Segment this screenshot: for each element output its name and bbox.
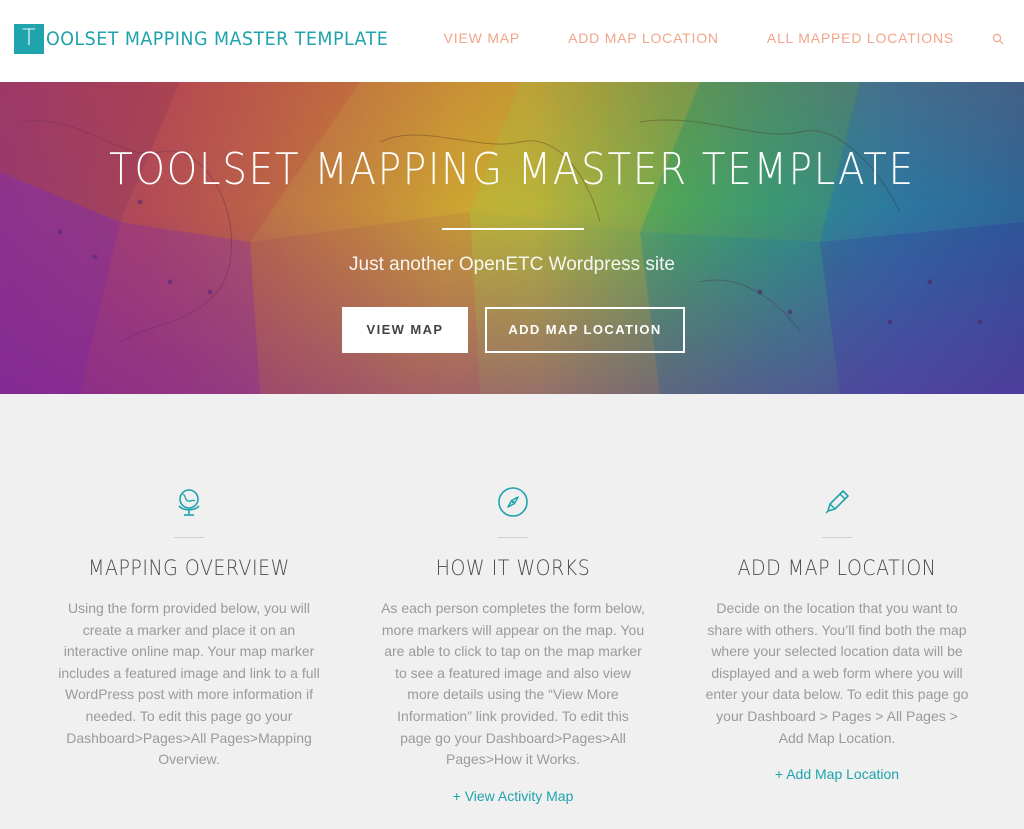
- compass-icon: [497, 486, 529, 518]
- nav-item-add-map-location[interactable]: ADD MAP LOCATION: [568, 30, 719, 46]
- view-map-button[interactable]: VIEW MAP: [342, 307, 468, 353]
- main-nav: VIEW MAP ADD MAP LOCATION ALL MAPPED LOC…: [396, 30, 1004, 46]
- hero-banner: TOOLSET MAPPING MASTER TEMPLATE Just ano…: [0, 82, 1024, 394]
- feature-body: Decide on the location that you want to …: [705, 600, 969, 746]
- add-map-location-button[interactable]: ADD MAP LOCATION: [485, 307, 685, 353]
- add-map-location-link[interactable]: + Add Map Location: [705, 766, 969, 782]
- feature-divider: [822, 537, 852, 538]
- site-logo[interactable]: T OOLSET MAPPING MASTER TEMPLATE: [14, 24, 418, 54]
- feature-divider: [174, 537, 204, 538]
- features-section: MAPPING OVERVIEW Using the form provided…: [0, 394, 1024, 829]
- nav-item-view-map[interactable]: VIEW MAP: [444, 30, 520, 46]
- feature-divider: [498, 537, 528, 538]
- view-activity-map-link[interactable]: + View Activity Map: [381, 788, 645, 804]
- nav-item-all-mapped-locations[interactable]: ALL MAPPED LOCATIONS: [767, 30, 954, 46]
- feature-title: ADD MAP LOCATION: [737, 556, 937, 580]
- logo-letter-box: T: [14, 24, 44, 54]
- globe-icon: [173, 486, 205, 518]
- logo-text: OOLSET MAPPING MASTER TEMPLATE: [46, 28, 389, 50]
- search-icon[interactable]: [992, 32, 1004, 45]
- site-header: T OOLSET MAPPING MASTER TEMPLATE VIEW MA…: [0, 0, 1024, 83]
- hero-subtitle: Just another OpenETC Wordpress site: [349, 254, 675, 275]
- hero-title: TOOLSET MAPPING MASTER TEMPLATE: [109, 144, 915, 195]
- feature-body: As each person completes the form below,…: [381, 600, 645, 768]
- feature-title: HOW IT WORKS: [435, 556, 591, 580]
- pencil-icon: [821, 486, 853, 518]
- hero-divider: [442, 228, 584, 230]
- feature-body: Using the form provided below, you will …: [58, 600, 320, 768]
- feature-title: MAPPING OVERVIEW: [88, 556, 290, 580]
